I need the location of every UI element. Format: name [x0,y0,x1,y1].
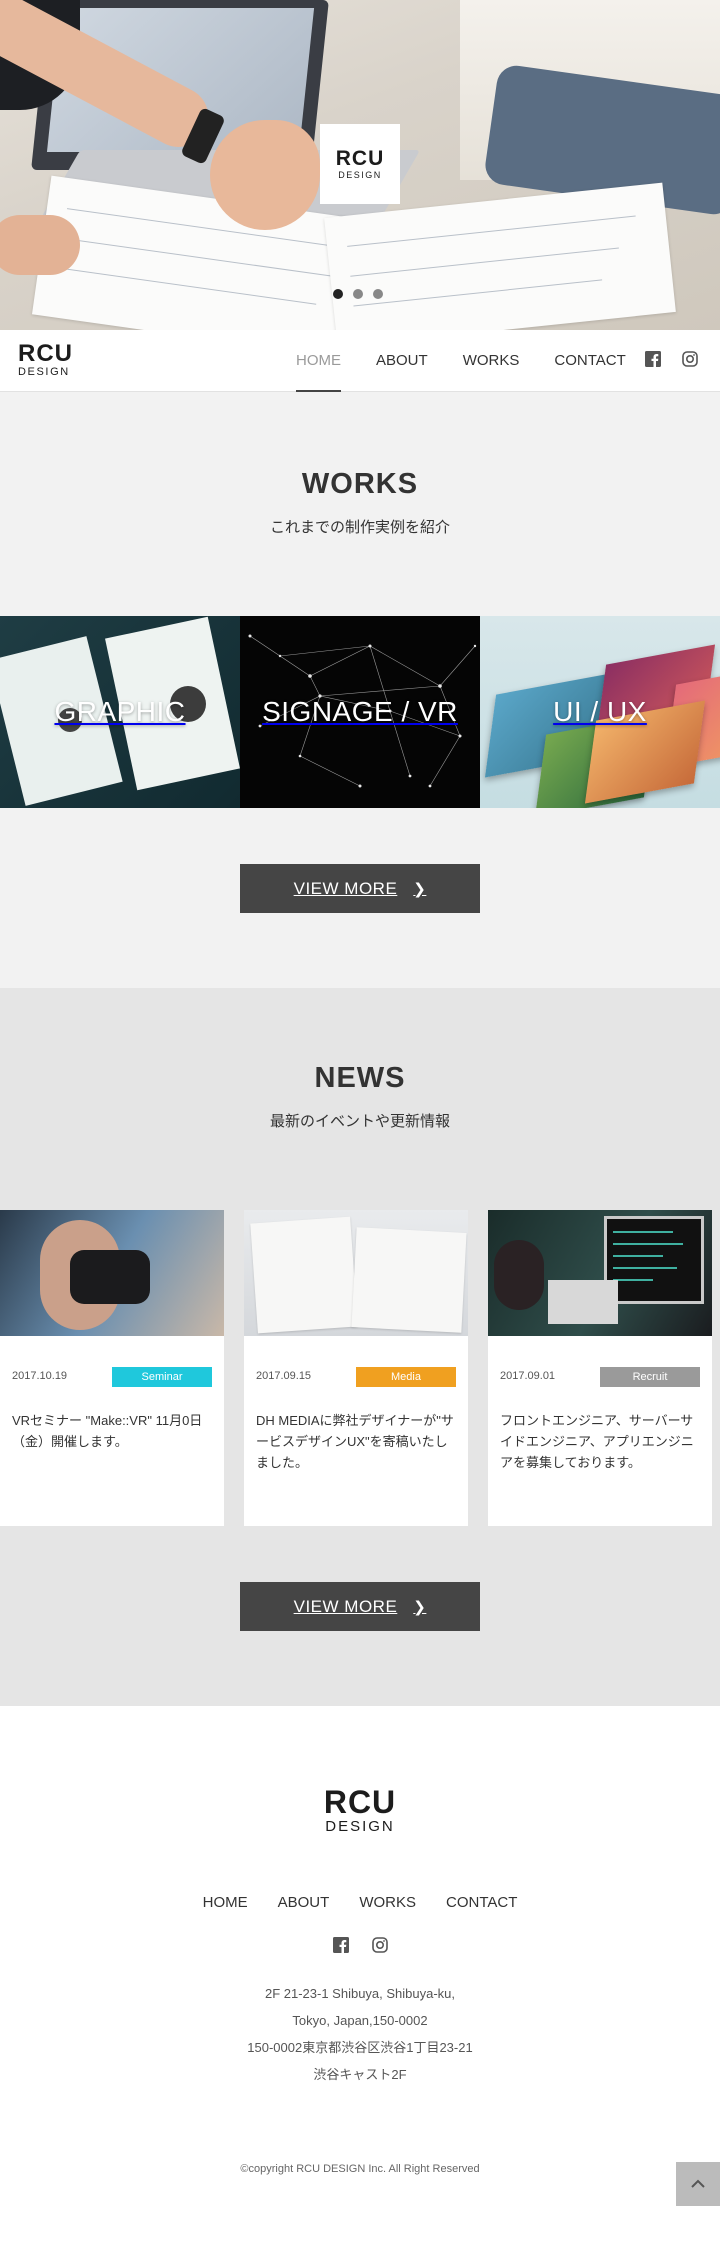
works-tile-signage[interactable]: SIGNAGE / VR [240,616,480,808]
slider-dot-1[interactable] [333,289,343,299]
footer-nav-home[interactable]: HOME [203,1894,248,1911]
footer-nav: HOME ABOUT WORKS CONTACT [0,1894,720,1911]
slider-dots [333,289,383,299]
nav-contact[interactable]: CONTACT [554,330,625,392]
header-social [644,350,698,367]
back-to-top-button[interactable] [676,2162,720,2206]
footer-logo-text: RCU [323,1784,397,1820]
works-subtitle: これまでの制作実例を紹介 [269,519,450,536]
nav-about[interactable]: ABOUT [376,330,428,392]
news-text: フロントエンジニア、サーバーサイドエンジニア、アプリエンジニアを募集しております… [500,1413,694,1470]
header-logo[interactable]: RCU DESIGN [18,342,73,379]
instagram-icon[interactable] [681,350,698,367]
works-tile-graphic[interactable]: GRAPHIC [0,616,240,808]
news-thumbnail [0,1210,224,1336]
news-title: NEWS [314,1062,406,1094]
works-tiles: GRAPHIC SIGNAGE / VR UI / UX [0,616,720,808]
news-date: 2017.09.01 [500,1370,556,1382]
slider-dot-3[interactable] [373,289,383,299]
works-view-more-button[interactable]: VIEW MORE ❯ [240,864,480,913]
address-line: 渋谷キャスト2F [313,2067,407,2082]
footer-nav-contact[interactable]: CONTACT [446,1894,517,1911]
address-line: Tokyo, Japan,150-0002 [292,2013,428,2028]
news-thumbnail [244,1210,468,1336]
chevron-right-icon: ❯ [413,1598,427,1616]
works-tile-label: GRAPHIC [54,696,186,727]
nav-works[interactable]: WORKS [463,330,520,392]
news-card[interactable]: 2017.10.19 Seminar VRセミナー "Make::VR" 11月… [0,1210,224,1526]
chevron-right-icon: ❯ [413,880,427,898]
page: RCU DESIGN RCU DESIGN HOME ABOUT WORKS C… [0,0,720,2256]
facebook-icon[interactable] [332,1936,349,1953]
instagram-icon[interactable] [371,1936,388,1953]
nav-home[interactable]: HOME [296,330,341,392]
footer-logo-subtext: DESIGN [325,1818,395,1835]
category-badge: Seminar [112,1367,212,1387]
main-nav: HOME ABOUT WORKS CONTACT [296,330,661,392]
hero-logo-subtext: DESIGN [338,169,382,180]
category-badge: Recruit [600,1367,700,1387]
button-label: VIEW MORE [293,878,398,898]
footer-address: 2F 21-23-1 Shibuya, Shibuya-ku, Tokyo, J… [0,1980,720,2088]
news-card[interactable]: 2017.09.01 Recruit フロントエンジニア、サーバーサイドエンジニ… [488,1210,712,1526]
hero-logo-text: RCU [335,146,385,170]
hero-hand [0,215,80,275]
news-text: DH MEDIAに弊社デザイナーが"サービスデザインUX"を寄稿いたしました。 [256,1413,454,1470]
news-date: 2017.09.15 [256,1370,312,1382]
hero-slider[interactable]: RCU DESIGN [0,0,720,330]
works-tile-uiux[interactable]: UI / UX [480,616,720,808]
copyright: ©copyright RCU DESIGN Inc. All Right Res… [240,2163,480,2175]
works-tile-label: UI / UX [553,696,647,727]
button-label: VIEW MORE [293,1596,398,1616]
category-badge: Media [356,1367,456,1387]
footer-nav-about[interactable]: ABOUT [278,1894,330,1911]
works-tile-label: SIGNAGE / VR [262,696,458,727]
news-thumbnail [488,1210,712,1336]
news-date: 2017.10.19 [12,1370,68,1382]
footer-nav-works[interactable]: WORKS [359,1894,416,1911]
chevron-up-icon [691,2179,705,2188]
works-title: WORKS [301,468,419,500]
footer-logo[interactable]: RCU DESIGN [0,1786,720,1836]
header-logo-text: RCU [18,340,73,367]
footer-social [0,1936,720,1953]
hero-hand [210,120,320,230]
news-text: VRセミナー "Make::VR" 11月0日（金）開催します。 [12,1413,203,1449]
address-line: 150-0002東京都渋谷区渋谷1丁目23-21 [247,2040,473,2055]
slider-dot-2[interactable] [353,289,363,299]
address-line: 2F 21-23-1 Shibuya, Shibuya-ku, [264,1986,456,2001]
news-card[interactable]: 2017.09.15 Media DH MEDIAに弊社デザイナーが"サービスデ… [244,1210,468,1526]
site-header: RCU DESIGN HOME ABOUT WORKS CONTACT [0,330,720,392]
facebook-icon[interactable] [644,350,661,367]
news-subtitle: 最新のイベントや更新情報 [269,1113,450,1130]
hero-logo: RCU DESIGN [320,124,400,204]
news-view-more-button[interactable]: VIEW MORE ❯ [240,1582,480,1631]
header-logo-subtext: DESIGN [18,366,70,378]
